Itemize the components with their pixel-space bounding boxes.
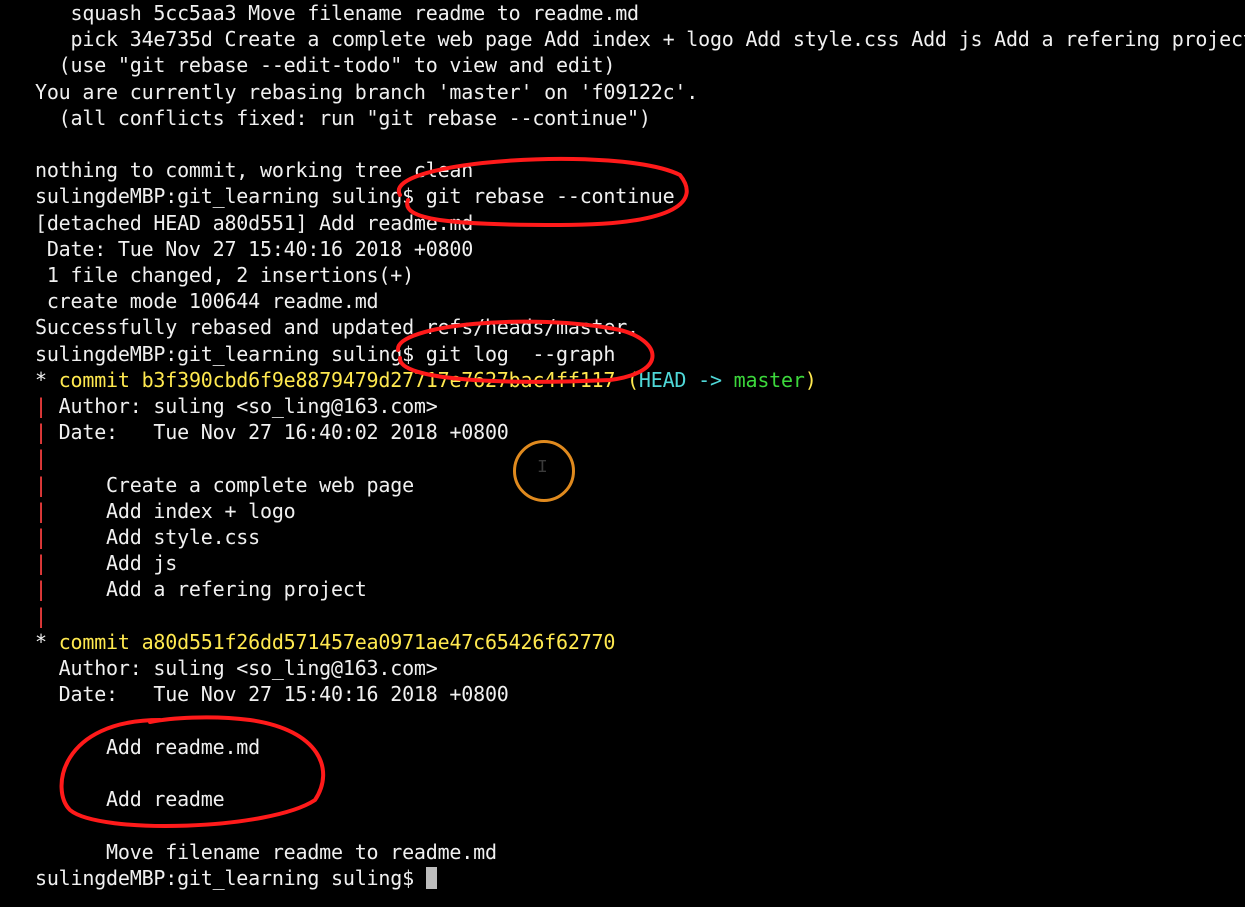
commit-hash: commit b3f390cbd6f9e8879479d27717e7627ba… xyxy=(59,368,616,392)
command-rebase-continue: git rebase --continue xyxy=(426,184,675,208)
prompt: sulingdeMBP:git_learning suling$ xyxy=(35,342,426,366)
commit-hash: commit a80d551f26dd571457ea0971ae47c6542… xyxy=(59,630,616,654)
prompt: sulingdeMBP:git_learning suling$ xyxy=(35,866,426,890)
commit-msg-line: Create a complete web page xyxy=(47,473,414,497)
line: squash 5cc5aa3 Move filename readme to r… xyxy=(35,1,639,25)
text-ibeam-icon: I xyxy=(537,458,548,478)
commit-msg-line: Add style.css xyxy=(47,525,260,549)
paren-close: ) xyxy=(805,368,817,392)
commit-msg-line: Add readme.md xyxy=(35,735,260,759)
author-line: Author: suling <so_ling@163.com> xyxy=(35,656,438,680)
graph-star: * xyxy=(35,368,59,392)
commit-msg-line: Add a refering project xyxy=(47,577,367,601)
author-line: Author: suling <so_ling@163.com> xyxy=(47,394,438,418)
command-git-log-graph: git log --graph xyxy=(426,342,615,366)
commit-msg-line: Move filename readme to readme.md xyxy=(35,840,497,864)
line: nothing to commit, working tree clean xyxy=(35,158,473,182)
head-ref: HEAD -> xyxy=(639,368,734,392)
line: (all conflicts fixed: run "git rebase --… xyxy=(35,106,651,130)
line: You are currently rebasing branch 'maste… xyxy=(35,80,698,104)
line: Successfully rebased and updated refs/he… xyxy=(35,315,639,339)
date-line: Date: Tue Nov 27 15:40:16 2018 +0800 xyxy=(35,682,509,706)
commit-msg-line: Add js xyxy=(47,551,177,575)
terminal-output[interactable]: squash 5cc5aa3 Move filename readme to r… xyxy=(0,0,1245,891)
prompt: sulingdeMBP:git_learning suling$ xyxy=(35,184,426,208)
graph-pipe: | xyxy=(35,473,47,497)
graph-pipe: | xyxy=(35,446,47,470)
graph-pipe: | xyxy=(35,551,47,575)
paren-open: ( xyxy=(615,368,639,392)
line: Date: Tue Nov 27 15:40:16 2018 +0800 xyxy=(35,237,473,261)
line: create mode 100644 readme.md xyxy=(35,289,378,313)
line: 1 file changed, 2 insertions(+) xyxy=(35,263,414,287)
commit-msg-line: Add index + logo xyxy=(47,499,296,523)
branch-master: master xyxy=(734,368,805,392)
line: pick 34e735d Create a complete web page … xyxy=(35,27,1245,51)
graph-pipe: | xyxy=(35,394,47,418)
date-line: Date: Tue Nov 27 16:40:02 2018 +0800 xyxy=(47,420,509,444)
graph-pipe: | xyxy=(35,577,47,601)
terminal-cursor[interactable] xyxy=(426,867,437,889)
line: (use "git rebase --edit-todo" to view an… xyxy=(35,53,615,77)
graph-pipe: | xyxy=(35,604,47,628)
line: [detached HEAD a80d551] Add readme.md xyxy=(35,211,473,235)
commit-msg-line: Add readme xyxy=(35,787,224,811)
graph-pipe: | xyxy=(35,420,47,444)
graph-star: * xyxy=(35,630,59,654)
graph-pipe: | xyxy=(35,499,47,523)
graph-pipe: | xyxy=(35,525,47,549)
